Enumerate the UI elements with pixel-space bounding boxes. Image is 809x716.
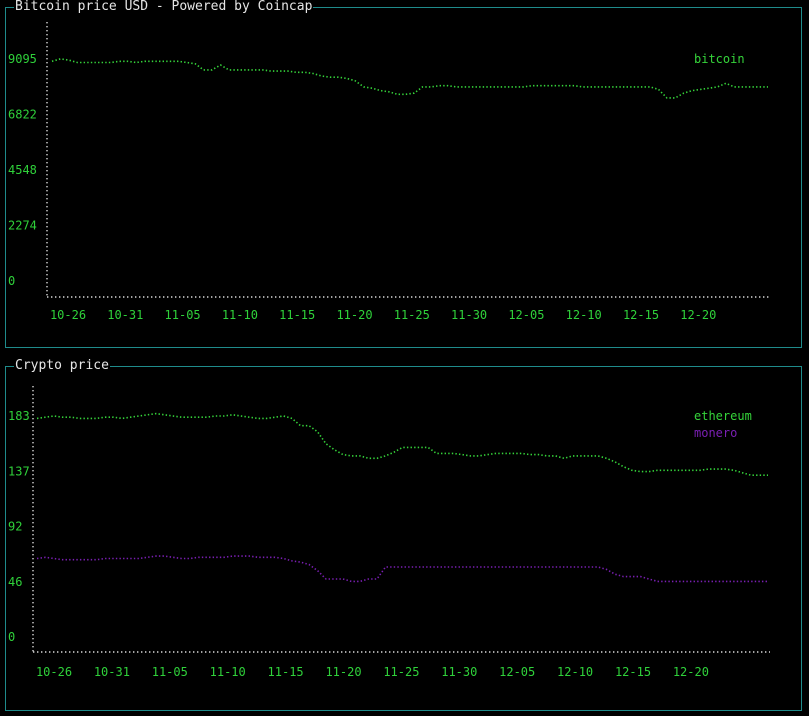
x-tick-label: 11-30 bbox=[441, 665, 477, 679]
y-tick-label: 92 bbox=[8, 520, 22, 534]
series-line-monero bbox=[36, 555, 768, 583]
legend-ethereum: ethereum bbox=[694, 409, 752, 423]
y-tick-label: 0 bbox=[8, 630, 15, 644]
x-tick-label: 12-05 bbox=[499, 665, 535, 679]
y-tick-label: 46 bbox=[8, 575, 22, 589]
series-line-ethereum bbox=[36, 412, 768, 477]
crypto-line-chart: 183 137 92 46 0 10-26 10-31 11-05 11-10 11-15 11-2… bbox=[8, 386, 770, 679]
x-tick-label: 10-26 bbox=[36, 665, 72, 679]
x-tick-label: 11-05 bbox=[152, 665, 188, 679]
x-tick-label: 12-20 bbox=[673, 665, 709, 679]
y-tick-label: 183 bbox=[8, 409, 30, 423]
x-tick-label: 12-15 bbox=[615, 665, 651, 679]
x-tick-label: 10-31 bbox=[94, 665, 130, 679]
legend-monero: monero bbox=[694, 426, 737, 440]
x-tick-label: 11-15 bbox=[268, 665, 304, 679]
x-tick-label: 11-25 bbox=[383, 665, 419, 679]
x-tick-label: 11-10 bbox=[210, 665, 246, 679]
y-tick-label: 137 bbox=[8, 464, 30, 478]
x-tick-label: 12-10 bbox=[557, 665, 593, 679]
x-tick-label: 11-20 bbox=[325, 665, 361, 679]
